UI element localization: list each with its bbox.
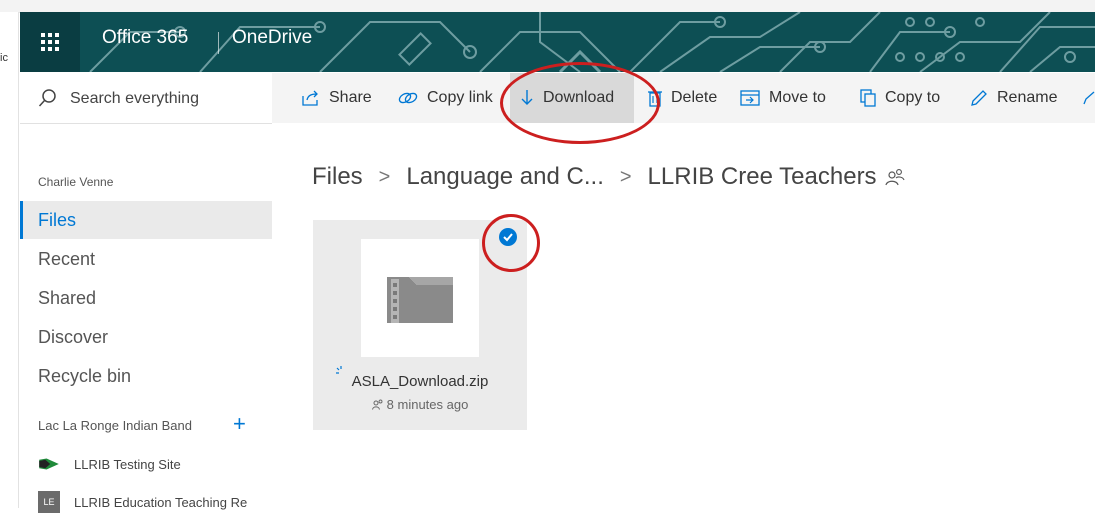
download-arrow-icon bbox=[521, 90, 533, 105]
add-site-button[interactable]: + bbox=[233, 411, 246, 437]
rename-label: Rename bbox=[997, 89, 1058, 106]
waffle-icon bbox=[41, 33, 59, 51]
nav-recycle-bin-label: Recycle bin bbox=[38, 366, 132, 386]
search-placeholder: Search everything bbox=[70, 90, 199, 107]
onedrive-link[interactable]: OneDrive bbox=[232, 27, 312, 49]
pencil-icon bbox=[971, 90, 987, 106]
copy-to-button[interactable]: Copy to bbox=[860, 73, 940, 123]
download-label: Download bbox=[543, 89, 615, 106]
nav-shared-label: Shared bbox=[38, 288, 97, 308]
move-to-button[interactable]: Move to bbox=[740, 73, 826, 123]
left-navigation: Charlie Venne Files Recent Shared Discov… bbox=[20, 124, 272, 513]
share-icon bbox=[302, 90, 318, 106]
search-box[interactable]: Search everything bbox=[20, 73, 272, 124]
file-tile[interactable]: ASLA_Download.zip 8 minutes ago bbox=[313, 220, 527, 430]
site-llrib-testing-label: LLRIB Testing Site bbox=[74, 456, 181, 472]
breadcrumb: Files > Language and C... > LLRIB Cree T… bbox=[312, 163, 905, 191]
share-label: Share bbox=[329, 89, 372, 106]
command-bar: Share Copy link Download Delete Move to bbox=[272, 73, 1095, 123]
trash-icon bbox=[648, 91, 662, 107]
breadcrumb-language-folder[interactable]: Language and C... bbox=[406, 163, 604, 191]
selection-checkmark[interactable] bbox=[499, 228, 517, 246]
file-name[interactable]: ASLA_Download.zip bbox=[313, 373, 527, 390]
breadcrumb-separator: > bbox=[378, 165, 391, 188]
copy-to-label: Copy to bbox=[885, 89, 941, 106]
site-llrib-education[interactable]: LE LLRIB Education Teaching Re bbox=[38, 488, 247, 516]
search-icon bbox=[38, 89, 56, 107]
header-divider bbox=[218, 32, 219, 54]
file-modified: 8 minutes ago bbox=[313, 397, 527, 412]
nav-files[interactable]: Files bbox=[20, 201, 272, 239]
nav-files-label: Files bbox=[38, 210, 77, 230]
breadcrumb-separator: > bbox=[619, 165, 632, 188]
more-commands-icon[interactable] bbox=[1082, 73, 1095, 123]
move-to-label: Move to bbox=[769, 89, 826, 106]
nav-discover[interactable]: Discover bbox=[20, 318, 272, 356]
site-initials-badge: LE bbox=[38, 491, 60, 513]
nav-recent[interactable]: Recent bbox=[20, 240, 272, 278]
shared-people-icon bbox=[371, 399, 383, 410]
link-icon bbox=[398, 92, 418, 104]
nav-recent-label: Recent bbox=[38, 249, 96, 269]
download-button[interactable]: Download bbox=[510, 73, 634, 123]
site-logo-icon bbox=[39, 458, 59, 470]
file-modified-time: 8 minutes ago bbox=[386, 397, 469, 412]
owner-name: Charlie Venne bbox=[38, 175, 114, 189]
site-llrib-testing[interactable]: LLRIB Testing Site bbox=[38, 450, 181, 478]
nav-recycle-bin[interactable]: Recycle bin bbox=[20, 357, 272, 395]
overflow-fragment-icon bbox=[1083, 91, 1095, 105]
window-text-fragment: ic bbox=[0, 52, 8, 64]
shared-people-icon bbox=[884, 169, 905, 186]
left-window-edge: ic bbox=[0, 12, 19, 508]
nav-discover-label: Discover bbox=[38, 327, 109, 347]
rename-button[interactable]: Rename bbox=[970, 73, 1057, 123]
zip-folder-icon bbox=[387, 277, 453, 323]
copy-to-icon bbox=[860, 89, 876, 107]
suite-header: Office 365 OneDrive bbox=[20, 12, 1095, 72]
share-button[interactable]: Share bbox=[302, 73, 372, 123]
site-llrib-education-label: LLRIB Education Teaching Re bbox=[74, 494, 248, 510]
sites-group-title: Lac La Ronge Indian Band bbox=[38, 418, 192, 433]
checkmark-icon bbox=[503, 233, 513, 242]
breadcrumb-files[interactable]: Files bbox=[312, 163, 363, 191]
breadcrumb-current-folder: LLRIB Cree Teachers bbox=[647, 163, 877, 190]
copy-link-button[interactable]: Copy link bbox=[398, 73, 493, 123]
copy-link-label: Copy link bbox=[427, 89, 493, 106]
move-to-icon bbox=[740, 90, 760, 106]
app-launcher-button[interactable] bbox=[20, 12, 80, 72]
office-365-link[interactable]: Office 365 bbox=[102, 27, 188, 49]
delete-label: Delete bbox=[671, 89, 718, 106]
nav-shared[interactable]: Shared bbox=[20, 279, 272, 317]
delete-button[interactable]: Delete bbox=[648, 73, 717, 123]
file-thumbnail bbox=[361, 239, 479, 357]
